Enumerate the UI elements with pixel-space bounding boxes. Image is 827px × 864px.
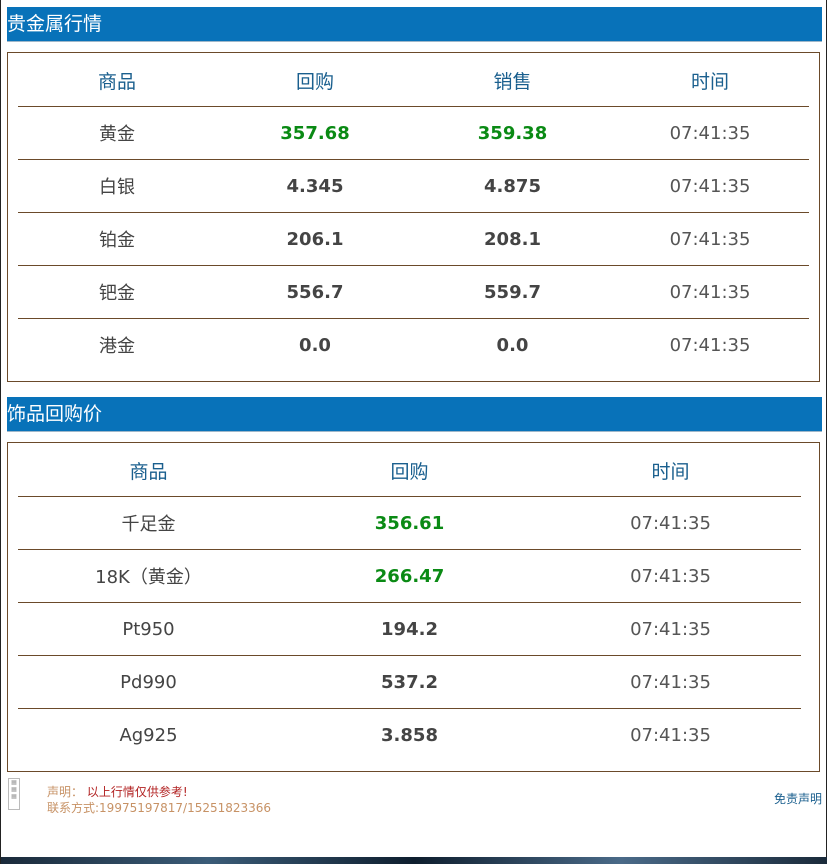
metals-update-time: 07:41:35 <box>611 318 809 371</box>
metals-update-time: 07:41:35 <box>611 265 809 319</box>
jewelry-buyback-price: 266.47 <box>279 549 540 603</box>
metals-sell-price: 0.0 <box>414 318 611 371</box>
metals-col-time: 时间 <box>690 70 729 93</box>
statement-label: 声明： <box>47 785 84 799</box>
jewelry-product-name: Pt950 <box>18 602 279 656</box>
jewelry-update-time: 07:41:35 <box>540 602 801 656</box>
metals-row: 白银 4.345 4.875 07:41:35 <box>18 159 809 213</box>
jewelry-update-time: 07:41:35 <box>540 496 801 550</box>
metals-row: 黄金 357.68 359.38 07:41:35 <box>18 106 809 160</box>
statement-text: 以上行情仅供参考! <box>86 785 188 799</box>
jewelry-col-time: 时间 <box>651 460 690 483</box>
metals-product-name: 铂金 <box>18 212 216 266</box>
metals-sell-price: 559.7 <box>414 265 611 319</box>
statement: 声明： 以上行情仅供参考! <box>47 783 188 800</box>
metals-product-name: 黄金 <box>18 106 216 160</box>
metals-table: 商品 回购 销售 时间 黄金 357.68 359.38 07:41:35 白银 4.34… <box>18 54 809 371</box>
metals-row: 钯金 556.7 559.7 07:41:35 <box>18 265 809 319</box>
jewelry-update-time: 07:41:35 <box>540 655 801 709</box>
contact-info: 联系方式:19975197817/15251823366 <box>47 801 272 815</box>
metals-col-product: 商品 <box>97 70 136 93</box>
jewelry-panel: 商品 回购 时间 千足金 356.61 07:41:35 18K（黄金） 266.47 0… <box>7 442 820 772</box>
jewelry-buyback-price: 194.2 <box>279 602 540 656</box>
metals-sell-price: 4.875 <box>414 159 611 213</box>
disclaimer-link[interactable]: 免责声明 <box>774 790 822 807</box>
metals-update-time: 07:41:35 <box>611 106 809 160</box>
metals-product-name: 白银 <box>18 159 216 213</box>
footer: ▦ ▦ ▦ 声明： 以上行情仅供参考! 联系方式:19975197817/15251… <box>1 776 827 816</box>
metals-row: 铂金 206.1 208.1 07:41:35 <box>18 212 809 266</box>
metals-row: 港金 0.0 0.0 07:41:35 <box>18 318 809 371</box>
jewelry-product-name: Ag925 <box>18 708 279 761</box>
metals-col-buyback: 回购 <box>295 70 334 93</box>
metals-sell-price: 359.38 <box>414 106 611 160</box>
jewelry-section-title: 饰品回购价 <box>7 397 822 432</box>
jewelry-buyback-price: 537.2 <box>279 655 540 709</box>
metals-buyback-price: 357.68 <box>216 106 414 160</box>
jewelry-row: 千足金 356.61 07:41:35 <box>18 496 801 550</box>
jewelry-product-name: 18K（黄金） <box>18 549 279 603</box>
jewelry-col-product: 商品 <box>129 460 168 483</box>
qr-code-icon: ▦ ▦ ▦ <box>8 778 20 810</box>
jewelry-buyback-price: 3.858 <box>279 708 540 761</box>
metals-update-time: 07:41:35 <box>611 159 809 213</box>
metals-panel: 商品 回购 销售 时间 黄金 357.68 359.38 07:41:35 白银 4.34… <box>7 52 820 382</box>
metals-update-time: 07:41:35 <box>611 212 809 266</box>
jewelry-table: 商品 回购 时间 千足金 356.61 07:41:35 18K（黄金） 266.47 0… <box>18 444 801 761</box>
jewelry-row: Pd990 537.2 07:41:35 <box>18 655 801 709</box>
metals-buyback-price: 556.7 <box>216 265 414 319</box>
jewelry-product-name: Pd990 <box>18 655 279 709</box>
metals-sell-price: 208.1 <box>414 212 611 266</box>
metals-buyback-price: 206.1 <box>216 212 414 266</box>
jewelry-update-time: 07:41:35 <box>540 549 801 603</box>
bottom-strip <box>1 857 827 864</box>
jewelry-update-time: 07:41:35 <box>540 708 801 761</box>
jewelry-row: Pt950 194.2 07:41:35 <box>18 602 801 656</box>
jewelry-col-buyback: 回购 <box>390 460 429 483</box>
jewelry-buyback-price: 356.61 <box>279 496 540 550</box>
metals-buyback-price: 4.345 <box>216 159 414 213</box>
metals-product-name: 港金 <box>18 318 216 371</box>
jewelry-row: Ag925 3.858 07:41:35 <box>18 708 801 761</box>
jewelry-row: 18K（黄金） 266.47 07:41:35 <box>18 549 801 603</box>
metals-section-title: 贵金属行情 <box>7 7 822 42</box>
jewelry-product-name: 千足金 <box>18 496 279 550</box>
metals-col-sell: 销售 <box>493 70 532 93</box>
metals-product-name: 钯金 <box>18 265 216 319</box>
metals-buyback-price: 0.0 <box>216 318 414 371</box>
